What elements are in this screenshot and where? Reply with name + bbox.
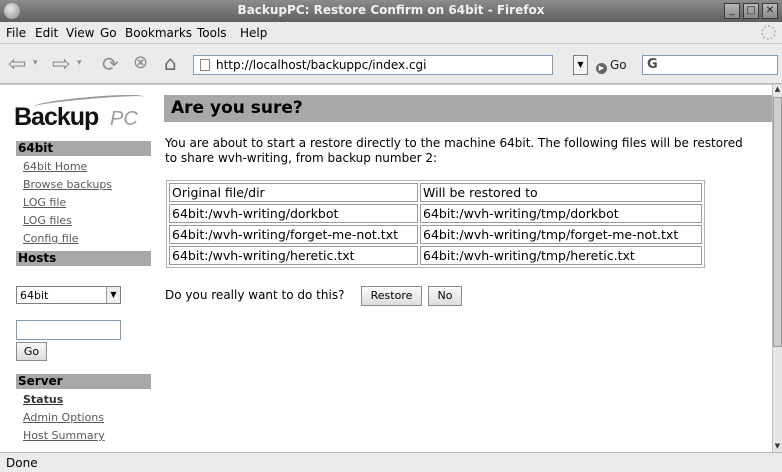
table-header: Will be restored to [420,183,702,202]
status-text: Done [6,456,38,470]
scroll-down-icon[interactable]: ▼ [773,442,782,452]
table-cell: 64bit:/wvh-writing/dorkbot [169,204,418,223]
menu-file[interactable]: File [6,26,26,40]
url-bar[interactable]: http://localhost/backuppc/index.cgi [193,55,553,75]
backuppc-logo[interactable]: Backup PC [14,92,154,135]
sidebar-link-host-summary[interactable]: Host Summary [23,429,105,442]
minimize-button[interactable]: _ [724,3,740,19]
sidebar-link-status[interactable]: Status [23,393,63,406]
page-content: Backup PC 64bit 64bit Home Browse backup… [0,85,772,452]
throbber-icon [761,25,776,40]
table-cell: 64bit:/wvh-writing/forget-me-not.txt [169,225,418,244]
table-row: 64bit:/wvh-writing/forget-me-not.txt 64b… [169,225,702,244]
close-button[interactable]: ✕ [762,3,778,19]
menu-bookmarks[interactable]: Bookmarks [125,26,192,40]
no-button[interactable]: No [428,286,462,306]
page-icon [200,59,210,71]
url-dropdown-button[interactable]: ▼ [573,55,588,75]
table-header-row: Original file/dir Will be restored to [169,183,702,202]
window-title: BackupPC: Restore Confirm on 64bit - Fir… [237,3,545,17]
sidebar-server-heading: Server [16,374,151,389]
table-cell: 64bit:/wvh-writing/tmp/heretic.txt [420,246,702,265]
google-search-icon[interactable]: G [647,57,658,72]
sidebar-link-config-file[interactable]: Config file [23,232,79,245]
logo-pc-text: PC [110,108,138,130]
sidebar-hosts-heading: Hosts [16,251,151,266]
menu-tools[interactable]: Tools [197,26,227,40]
go-label: Go [610,58,627,72]
table-cell: 64bit:/wvh-writing/tmp/dorkbot [420,204,702,223]
maximize-button[interactable]: □ [743,3,759,19]
navigation-toolbar: ⇦ ▾ ⇨ ▾ ⟳ ⊗ ⌂ http://localhost/backuppc/… [0,44,782,84]
page-title: Are you sure? [164,95,772,122]
menu-bar: File Edit View Go Bookmarks Tools Help [0,22,782,44]
restore-button[interactable]: Restore [361,286,422,306]
menu-view[interactable]: View [66,26,94,40]
restore-intro-text: You are about to start a restore directl… [165,136,743,165]
confirm-question: Do you really want to do this? [165,288,345,302]
restore-files-table: Original file/dir Will be restored to 64… [166,180,705,268]
menu-help[interactable]: Help [240,26,267,40]
host-select[interactable]: 64bit ▼ [16,286,121,304]
menu-edit[interactable]: Edit [35,26,58,40]
logo-text: Backup [14,103,99,131]
window-titlebar: BackupPC: Restore Confirm on 64bit - Fir… [0,0,782,22]
reload-icon[interactable]: ⟳ [102,52,119,76]
sidebar-host-heading: 64bit [16,141,151,156]
status-bar: Done [0,452,782,472]
go-button[interactable]: ▶ Go [596,58,627,74]
table-cell: 64bit:/wvh-writing/tmp/forget-me-not.txt [420,225,702,244]
host-go-button[interactable]: Go [16,342,47,361]
table-cell: 64bit:/wvh-writing/heretic.txt [169,246,418,265]
forward-icon[interactable]: ⇨ [52,52,70,77]
forward-dropdown-icon[interactable]: ▾ [77,58,82,68]
vertical-scrollbar[interactable]: ▲ ▼ [772,85,782,452]
menu-go[interactable]: Go [100,26,117,40]
home-icon[interactable]: ⌂ [164,51,177,75]
scroll-up-icon[interactable]: ▲ [773,85,782,95]
table-header: Original file/dir [169,183,418,202]
table-row: 64bit:/wvh-writing/heretic.txt 64bit:/wv… [169,246,702,265]
scrollbar-thumb[interactable] [773,97,782,347]
stop-icon[interactable]: ⊗ [133,52,148,73]
back-dropdown-icon[interactable]: ▾ [33,58,38,68]
back-icon[interactable]: ⇦ [8,52,26,77]
go-arrow-icon: ▶ [596,63,607,74]
sidebar-link-host-home[interactable]: 64bit Home [23,160,87,173]
host-input[interactable] [16,320,121,340]
url-text[interactable]: http://localhost/backuppc/index.cgi [216,58,427,72]
table-row: 64bit:/wvh-writing/dorkbot 64bit:/wvh-wr… [169,204,702,223]
host-select-value: 64bit [20,289,49,302]
sidebar-link-log-file[interactable]: LOG file [23,196,66,209]
chevron-down-icon[interactable]: ▼ [106,287,120,303]
sidebar-link-browse-backups[interactable]: Browse backups [23,178,112,191]
sidebar-link-log-files[interactable]: LOG files [23,214,72,227]
search-box[interactable]: G [642,55,778,75]
sidebar-link-admin-options[interactable]: Admin Options [23,411,104,424]
